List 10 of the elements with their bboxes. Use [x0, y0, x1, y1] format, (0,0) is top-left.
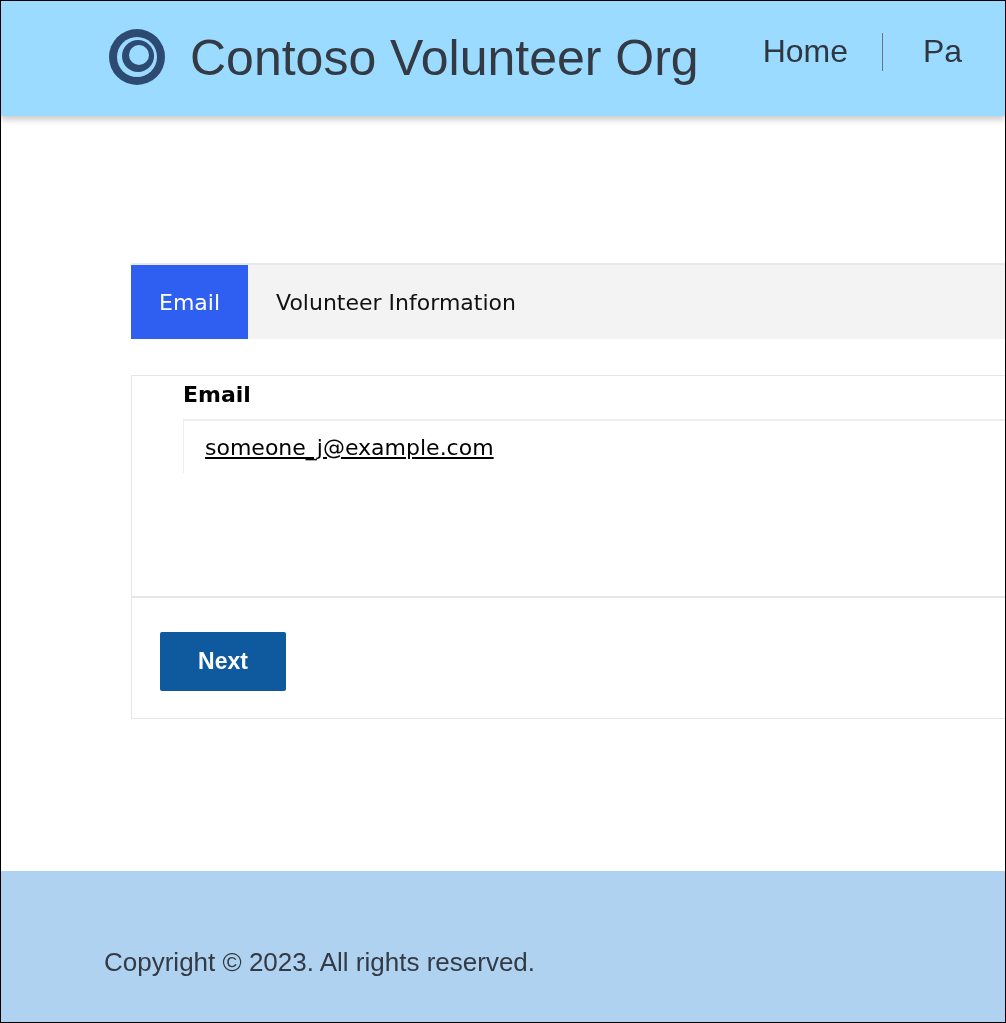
form-tab[interactable]: Email [131, 265, 249, 339]
form-tab[interactable]: Volunteer Information [248, 265, 544, 339]
field-label: Email [183, 382, 251, 407]
nav-link[interactable]: Home [762, 33, 848, 70]
logo-icon [108, 28, 166, 86]
next-button[interactable]: Next [160, 632, 286, 691]
email-input-field[interactable]: someone_j@example.com [183, 419, 1005, 473]
copyright-text: Copyright © 2023. All rights reserved. [104, 947, 536, 978]
nav-link[interactable]: Pa [923, 33, 963, 70]
site-title: Contoso Volunteer Org [190, 28, 699, 87]
